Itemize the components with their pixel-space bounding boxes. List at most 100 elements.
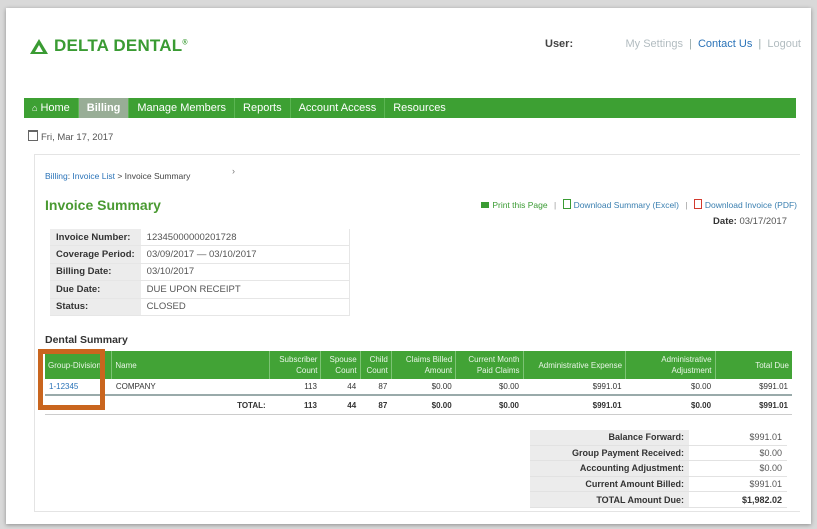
summary-row: Current Amount Billed: $991.01 xyxy=(530,476,787,493)
cell-admin-expense: $991.01 xyxy=(523,379,626,396)
info-value: DUE UPON RECEIPT xyxy=(140,280,350,299)
breadcrumb-arrow: > xyxy=(117,171,123,181)
total-total-due: $991.01 xyxy=(715,394,792,415)
summary-label: Group Payment Received: xyxy=(530,445,689,462)
info-row: Invoice Number: 12345000000201728 xyxy=(50,229,350,247)
summary-row: Group Payment Received: $0.00 xyxy=(530,445,787,462)
summary-value: $0.00 xyxy=(689,445,787,462)
nav-home-label: Home xyxy=(40,102,70,114)
col-child-count[interactable]: Child Count xyxy=(360,351,392,379)
summary-value: $991.01 xyxy=(689,476,787,493)
download-invoice-link[interactable]: Download Invoice (PDF) xyxy=(705,200,797,210)
col-admin-expense[interactable]: Administrative Expense xyxy=(523,351,627,379)
summary-label: Accounting Adjustment: xyxy=(530,460,689,477)
summary-value: $991.01 xyxy=(689,430,787,446)
balance-summary-table: Balance Forward: $991.01 Group Payment R… xyxy=(530,430,787,508)
caret-icon: › xyxy=(232,166,235,176)
page-actions: Print this Page | Download Summary (Exce… xyxy=(481,199,797,210)
user-label: User: xyxy=(545,38,574,50)
info-value: 03/09/2017 — 03/10/2017 xyxy=(140,245,350,264)
cell-admin-adjustment: $0.00 xyxy=(625,379,716,396)
info-label: Status: xyxy=(50,298,141,316)
col-admin-adjustment[interactable]: Administrative Adjustment xyxy=(625,351,716,379)
cell-child-count: 87 xyxy=(360,379,392,396)
separator: | xyxy=(685,200,688,210)
info-row: Billing Date: 03/10/2017 xyxy=(50,263,350,282)
total-child-count: 87 xyxy=(360,394,392,415)
registered-mark: ® xyxy=(182,39,188,47)
cell-name: COMPANY xyxy=(111,379,270,396)
info-value: 12345000000201728 xyxy=(140,229,350,247)
page-title: Invoice Summary xyxy=(45,197,161,213)
current-date-text: Fri, Mar 17, 2017 xyxy=(41,132,114,143)
main-nav: ⌂ Home Billing Manage Members Reports Acc… xyxy=(24,98,796,118)
info-label: Due Date: xyxy=(50,280,141,299)
cell-current-month-paid: $0.00 xyxy=(455,379,524,396)
total-current-month-paid: $0.00 xyxy=(455,394,524,415)
calendar-icon xyxy=(28,130,38,141)
col-spouse-count[interactable]: Spouse Count xyxy=(320,351,361,379)
nav-manage-members[interactable]: Manage Members xyxy=(129,98,236,118)
invoice-info-table: Invoice Number: 12345000000201728 Covera… xyxy=(50,229,350,316)
excel-icon xyxy=(562,199,571,209)
summary-value: $0.00 xyxy=(689,460,787,477)
col-current-month-paid[interactable]: Current Month Paid Claims xyxy=(455,351,524,379)
summary-row: Accounting Adjustment: $0.00 xyxy=(530,460,787,477)
breadcrumb-current: Invoice Summary xyxy=(124,171,191,181)
breadcrumb-invoice-list[interactable]: Invoice List xyxy=(72,171,115,181)
breadcrumb: Billing: Invoice List > Invoice Summary xyxy=(45,171,191,181)
nav-resources[interactable]: Resources xyxy=(385,98,454,118)
info-label: Invoice Number: xyxy=(50,229,141,247)
dental-summary-title: Dental Summary xyxy=(45,334,128,346)
current-date: Fri, Mar 17, 2017 xyxy=(28,130,113,143)
highlight-annotation-box xyxy=(38,349,105,410)
separator: | xyxy=(689,38,692,50)
cell-claims-billed: $0.00 xyxy=(391,379,456,396)
pdf-icon xyxy=(693,199,702,209)
table-header-row: Group-Division Name Subscriber Count Spo… xyxy=(45,351,792,379)
nav-home[interactable]: ⌂ Home xyxy=(24,98,79,118)
info-value: 03/10/2017 xyxy=(140,263,350,282)
separator: | xyxy=(553,200,557,210)
printer-icon xyxy=(481,202,490,208)
breadcrumb-billing[interactable]: Billing xyxy=(45,171,68,181)
delta-triangle-icon xyxy=(30,38,48,54)
nav-billing[interactable]: Billing xyxy=(78,98,130,118)
summary-label: TOTAL Amount Due: xyxy=(530,491,689,508)
total-subscriber-count: 113 xyxy=(269,394,321,415)
summary-row: Balance Forward: $991.01 xyxy=(530,430,787,446)
total-admin-expense: $991.01 xyxy=(523,394,626,415)
col-name[interactable]: Name xyxy=(111,351,271,379)
total-claims-billed: $0.00 xyxy=(391,394,456,415)
info-row: Due Date: DUE UPON RECEIPT xyxy=(50,280,350,299)
total-spouse-count: 44 xyxy=(320,394,361,415)
col-subscriber-count[interactable]: Subscriber Count xyxy=(269,351,322,379)
info-row: Coverage Period: 03/09/2017 — 03/10/2017 xyxy=(50,245,350,264)
summary-label: Balance Forward: xyxy=(530,430,689,446)
cell-subscriber-count: 113 xyxy=(269,379,321,396)
total-admin-adjustment: $0.00 xyxy=(625,394,716,415)
logout-link[interactable]: Logout xyxy=(767,38,801,50)
dental-summary-table: Group-Division Name Subscriber Count Spo… xyxy=(45,351,792,415)
col-total-due[interactable]: Total Due xyxy=(715,351,792,379)
summary-row: TOTAL Amount Due: $1,982.02 xyxy=(530,491,787,508)
table-total-row: TOTAL: 113 44 87 $0.00 $0.00 $991.01 $0.… xyxy=(45,394,792,415)
download-summary-link[interactable]: Download Summary (Excel) xyxy=(574,200,679,210)
nav-account-access[interactable]: Account Access xyxy=(291,98,386,118)
logo-text: DELTA DENTAL xyxy=(54,36,183,55)
my-settings-link[interactable]: My Settings xyxy=(625,38,682,50)
col-claims-billed[interactable]: Claims Billed Amount xyxy=(391,351,457,379)
print-page-link[interactable]: Print this Page xyxy=(492,200,547,210)
info-label: Coverage Period: xyxy=(50,245,141,264)
table-row: 1-12345 COMPANY 113 44 87 $0.00 $0.00 $9… xyxy=(45,379,792,396)
cell-total-due: $991.01 xyxy=(715,379,792,396)
delta-dental-logo[interactable]: DELTA DENTAL® xyxy=(30,36,188,56)
home-icon: ⌂ xyxy=(32,103,38,113)
nav-reports[interactable]: Reports xyxy=(235,98,291,118)
contact-us-link[interactable]: Contact Us xyxy=(698,38,752,50)
invoice-date: Date: 03/17/2017 xyxy=(713,216,787,227)
info-value: CLOSED xyxy=(140,298,350,316)
separator: | xyxy=(758,38,762,50)
info-row: Status: CLOSED xyxy=(50,298,350,316)
top-links: My Settings | Contact Us | Logout xyxy=(625,38,801,50)
